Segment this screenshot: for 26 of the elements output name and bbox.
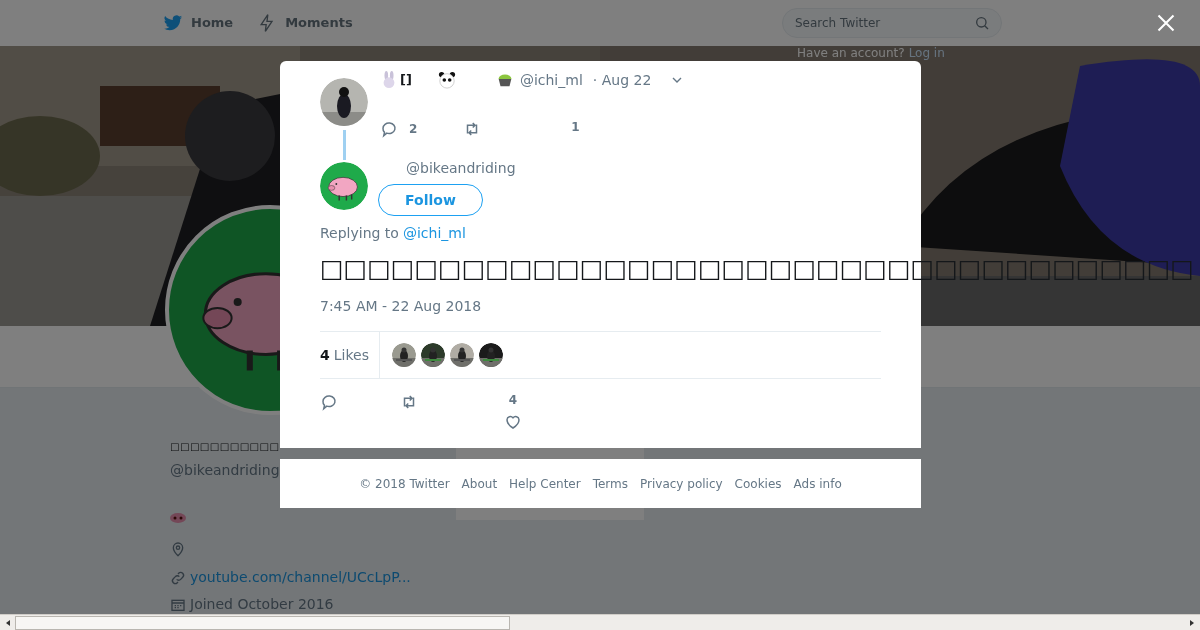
nav-link[interactable]: Moments: [257, 13, 353, 33]
scrollbar[interactable]: [0, 614, 1200, 630]
link-icon: [170, 569, 186, 586]
heart-icon[interactable]: [504, 413, 522, 431]
scrollbar-thumb[interactable]: [15, 615, 510, 630]
profile-handle: @bikeandriding: [170, 461, 281, 480]
footer-link[interactable]: Ads info: [793, 474, 842, 493]
reply-icon[interactable]: [320, 393, 338, 411]
search-icon: [974, 15, 990, 31]
pig-nose-icon: [170, 513, 186, 523]
likes-count: 4: [320, 345, 330, 365]
search-field[interactable]: Search Twitter: [782, 8, 1002, 38]
likes-label: Likes: [333, 345, 369, 365]
footer-link[interactable]: Help Center: [509, 474, 581, 493]
profile-name: □□□□□□□□□□□: [170, 440, 280, 454]
like-count: 4: [508, 392, 518, 409]
joined-date: Joined October 2016: [190, 595, 334, 614]
footer-link[interactable]: Terms: [592, 474, 628, 493]
bird-icon: [163, 13, 183, 33]
footer-link[interactable]: About: [461, 474, 498, 493]
copyright-text: © 2018 Twitter: [359, 475, 450, 493]
close-icon[interactable]: [1156, 13, 1176, 33]
footer-link[interactable]: Cookies: [734, 474, 782, 493]
location-icon: [170, 541, 186, 557]
footer-link[interactable]: Privacy policy: [640, 474, 723, 493]
nav-link[interactable]: Home: [163, 13, 234, 33]
